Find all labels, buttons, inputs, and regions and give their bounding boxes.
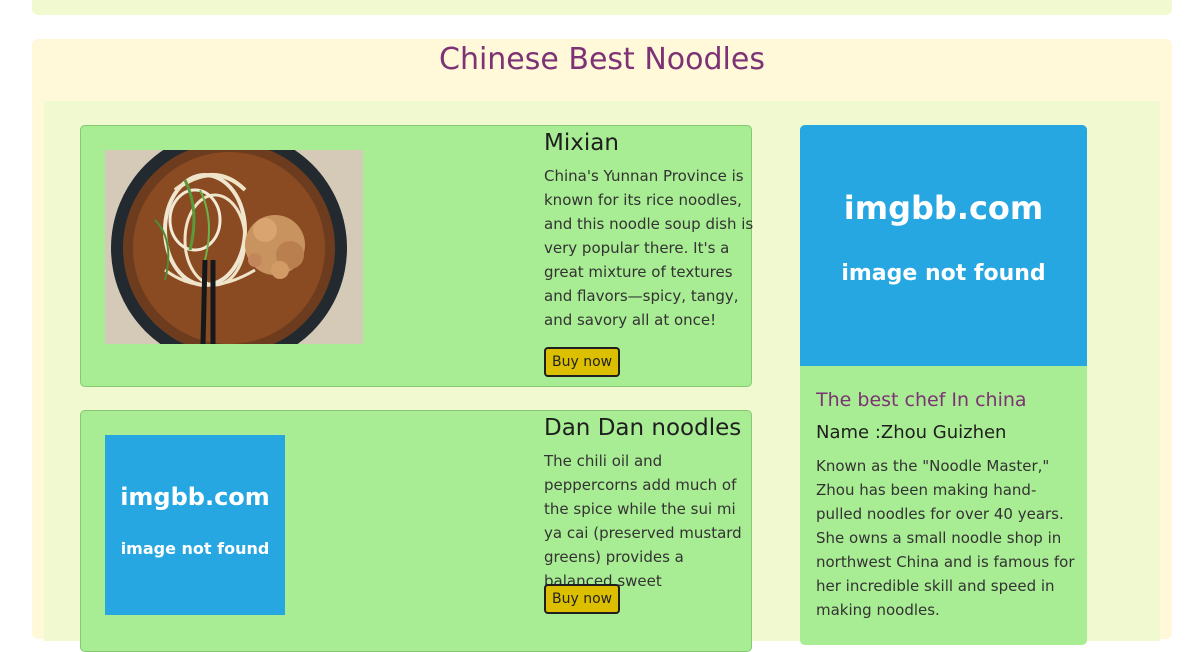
- noodle-soup-image: [105, 150, 363, 344]
- placeholder-subtitle: image not found: [841, 261, 1046, 286]
- image-not-found-placeholder: imgbb.com image not found: [800, 125, 1087, 366]
- placeholder-title: imgbb.com: [120, 483, 270, 511]
- placeholder-subtitle: image not found: [120, 539, 270, 558]
- noodle-card-dandan: imgbb.com image not found Dan Dan noodle…: [80, 410, 752, 652]
- chef-subtitle: The best chef In china: [816, 389, 1027, 411]
- noodle-image: [105, 150, 363, 344]
- buy-now-button[interactable]: Buy now: [544, 347, 621, 377]
- section-title: Chinese Best Noodles: [439, 42, 765, 77]
- previous-section-bottom: [32, 0, 1172, 15]
- buy-now-button[interactable]: Buy now: [544, 584, 621, 614]
- chef-bio: Known as the "Noodle Master," Zhou has b…: [816, 457, 1075, 619]
- noodle-description: China's Yunnan Province is known for its…: [544, 167, 754, 329]
- noodle-card-mixian: Mixian China's Yunnan Province is known …: [80, 125, 754, 387]
- placeholder-title: imgbb.com: [843, 189, 1044, 227]
- chef-name: Name :Zhou Guizhen: [816, 422, 1007, 443]
- image-not-found-placeholder: imgbb.com image not found: [105, 435, 285, 615]
- noodle-name: Mixian: [544, 130, 619, 156]
- chef-card: imgbb.com image not found The best chef …: [800, 125, 1087, 645]
- noodle-name: Dan Dan noodles: [544, 415, 742, 441]
- noodle-description: The chili oil and peppercorns add much o…: [544, 452, 742, 590]
- noodle-image: imgbb.com image not found: [105, 435, 285, 615]
